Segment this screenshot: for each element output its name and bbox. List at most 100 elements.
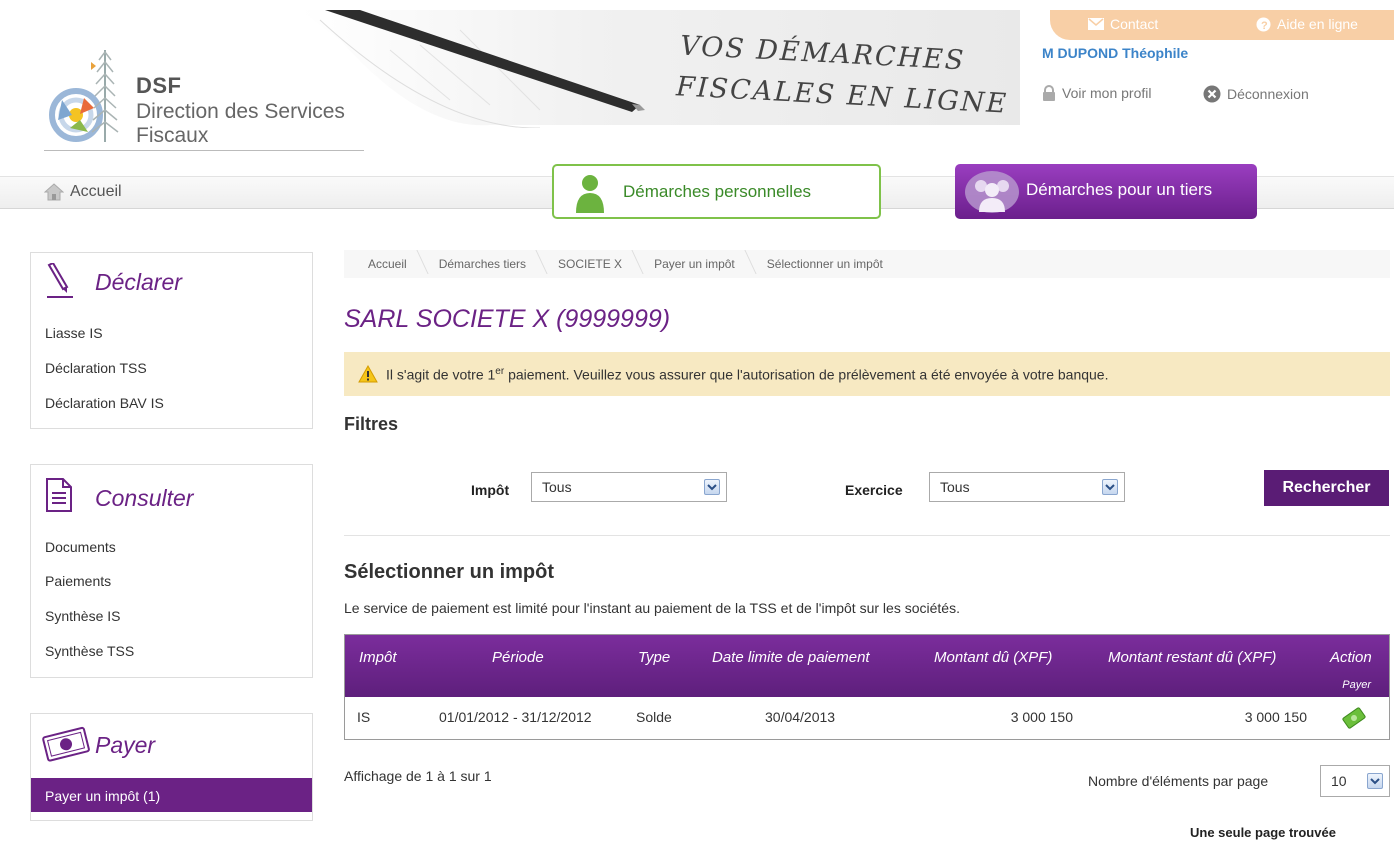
search-button[interactable]: Rechercher bbox=[1264, 470, 1389, 506]
pay-action-button[interactable] bbox=[1342, 707, 1366, 732]
impot-filter-value: Tous bbox=[542, 479, 572, 495]
breadcrumb-item-current: Sélectionner un impôt bbox=[766, 257, 883, 271]
profile-label: Voir mon profil bbox=[1062, 85, 1152, 101]
pages-found-text: Une seule page trouvée bbox=[1190, 825, 1336, 840]
document-icon bbox=[46, 478, 72, 512]
chevron-down-icon[interactable] bbox=[1367, 773, 1383, 789]
alert-text-after: paiement. Veuillez vous assurer que l'au… bbox=[504, 366, 1109, 383]
logo-abbreviation: DSF bbox=[136, 73, 182, 98]
impot-filter-select[interactable]: Tous bbox=[531, 472, 727, 502]
nav-home-link[interactable]: Accueil bbox=[44, 183, 122, 201]
sidebar-item-synthese-is[interactable]: Synthèse IS bbox=[45, 608, 121, 624]
banknote-icon bbox=[42, 726, 90, 762]
chevron-down-icon[interactable] bbox=[704, 479, 720, 495]
alert-text-superscript: er bbox=[495, 365, 505, 377]
column-header-type[interactable]: Type bbox=[638, 649, 670, 666]
section-divider bbox=[344, 535, 1390, 536]
per-page-select[interactable]: 10 bbox=[1320, 765, 1390, 797]
person-icon bbox=[576, 175, 604, 213]
envelope-icon bbox=[1088, 18, 1104, 30]
column-subheader-payer: Payer bbox=[1342, 679, 1371, 691]
sidebar-payer-title: Payer bbox=[95, 732, 156, 758]
header-banner: VOS DÉMARCHES FISCALES EN LIGNE bbox=[300, 10, 1020, 150]
sidebar-item-synthese-tss[interactable]: Synthèse TSS bbox=[45, 643, 134, 659]
logout-link[interactable]: Déconnexion bbox=[1203, 85, 1309, 103]
dsf-emblem-icon bbox=[49, 50, 119, 142]
logout-label: Déconnexion bbox=[1227, 86, 1309, 102]
column-header-date-limite[interactable]: Date limite de paiement bbox=[712, 649, 870, 666]
page-title: SARL SOCIETE X (9999999) bbox=[344, 305, 671, 333]
cell-montant-du: 3 000 150 bbox=[1010, 709, 1073, 725]
select-tax-description: Le service de paiement est limité pour l… bbox=[344, 600, 960, 616]
table-row: IS 01/01/2012 - 31/12/2012 Solde 30/04/2… bbox=[345, 697, 1389, 739]
cell-date-limite: 30/04/2013 bbox=[765, 709, 836, 725]
exercice-filter-value: Tous bbox=[940, 479, 970, 495]
breadcrumb-item-demarches-tiers[interactable]: Démarches tiers bbox=[421, 257, 540, 271]
home-icon bbox=[44, 183, 64, 201]
svg-text:?: ? bbox=[1261, 20, 1268, 32]
per-page-value: 10 bbox=[1331, 773, 1347, 789]
alert-text-before: Il s'agit de votre 1 bbox=[386, 366, 496, 383]
logo-underline bbox=[44, 150, 364, 151]
sidebar-item-payer-impot[interactable]: Payer un impôt (1) bbox=[31, 778, 312, 812]
column-header-montant-du[interactable]: Montant dû (XPF) bbox=[934, 649, 1052, 666]
sidebar-item-paiements[interactable]: Paiements bbox=[45, 573, 111, 589]
chevron-down-glyph bbox=[1370, 778, 1380, 785]
contact-link[interactable]: Contact bbox=[1088, 16, 1158, 32]
exercice-filter-label: Exercice bbox=[845, 482, 903, 498]
sidebar-item-documents[interactable]: Documents bbox=[45, 539, 116, 555]
banner-pen-image bbox=[300, 10, 1020, 150]
help-icon: ? bbox=[1256, 17, 1271, 32]
sidebar-consulter-title: Consulter bbox=[95, 485, 194, 511]
sidebar-item-declaration-tss[interactable]: Déclaration TSS bbox=[45, 360, 147, 376]
logo-name-line2: Fiscaux bbox=[136, 124, 209, 147]
tab-personal-label: Démarches personnelles bbox=[623, 182, 812, 201]
breadcrumb-item-accueil[interactable]: Accueil bbox=[344, 257, 421, 271]
column-header-montant-restant[interactable]: Montant restant dû (XPF) bbox=[1108, 649, 1276, 666]
tab-personal-procedures[interactable]: Démarches personnelles bbox=[552, 164, 881, 219]
profile-link[interactable]: Voir mon profil bbox=[1042, 85, 1151, 101]
tax-table: Impôt Période Type Date limite de paieme… bbox=[344, 634, 1390, 740]
tab-third-party-procedures[interactable]: Démarches pour un tiers bbox=[955, 164, 1257, 219]
payment-warning-alert: Il s'agit de votre 1er paiement. Veuille… bbox=[344, 352, 1390, 396]
sidebar-declarer-panel: Déclarer Liasse IS Déclaration TSS Décla… bbox=[30, 252, 313, 429]
column-header-periode[interactable]: Période bbox=[492, 649, 544, 666]
chevron-down-glyph bbox=[1105, 484, 1115, 491]
sidebar-consulter-panel: Consulter Documents Paiements Synthèse I… bbox=[30, 464, 313, 678]
sidebar-item-declaration-bav-is[interactable]: Déclaration BAV IS bbox=[45, 395, 164, 411]
per-page-label: Nombre d'éléments par page bbox=[1088, 773, 1269, 789]
column-header-impot[interactable]: Impôt bbox=[359, 649, 397, 666]
breadcrumb-item-payer-impot[interactable]: Payer un impôt bbox=[636, 257, 749, 271]
select-tax-title: Sélectionner un impôt bbox=[344, 561, 555, 583]
cell-impot: IS bbox=[357, 709, 371, 725]
chevron-down-icon[interactable] bbox=[1102, 479, 1118, 495]
tab-third-party-label: Démarches pour un tiers bbox=[1026, 180, 1213, 199]
user-name: M DUPOND Théophile bbox=[1042, 45, 1189, 61]
filters-title: Filtres bbox=[344, 414, 399, 434]
tax-table-header: Impôt Période Type Date limite de paieme… bbox=[345, 635, 1389, 697]
pagination-display-info: Affichage de 1 à 1 sur 1 bbox=[344, 768, 492, 784]
column-header-action: Action bbox=[1330, 649, 1372, 666]
nav-home-label: Accueil bbox=[70, 183, 122, 200]
cell-periode: 01/01/2012 - 31/12/2012 bbox=[439, 709, 592, 725]
close-circle-icon bbox=[1203, 85, 1221, 103]
breadcrumb: Accueil Démarches tiers SOCIETE X Payer … bbox=[344, 250, 1390, 278]
lock-icon bbox=[1043, 85, 1055, 101]
warning-icon bbox=[358, 365, 378, 383]
exercice-filter-select[interactable]: Tous bbox=[929, 472, 1125, 502]
chevron-down-glyph bbox=[707, 484, 717, 491]
contact-label: Contact bbox=[1110, 16, 1159, 32]
group-icon bbox=[965, 171, 1019, 213]
header-tools-bar: Contact ? Aide en ligne bbox=[1050, 10, 1394, 40]
header: DSF Direction des Services Fiscaux VOS D… bbox=[0, 0, 1394, 160]
sidebar-payer-panel: Payer Payer un impôt (1) bbox=[30, 713, 313, 821]
pay-money-icon bbox=[1342, 707, 1366, 729]
cell-type: Solde bbox=[636, 709, 672, 725]
impot-filter-label: Impôt bbox=[471, 482, 510, 498]
help-link[interactable]: ? Aide en ligne bbox=[1256, 16, 1358, 32]
alert-text: Il s'agit de votre 1er paiement. Veuille… bbox=[386, 366, 1108, 383]
sidebar-declarer-title: Déclarer bbox=[95, 269, 182, 295]
sidebar-item-liasse-is[interactable]: Liasse IS bbox=[45, 325, 103, 341]
breadcrumb-item-societe[interactable]: SOCIETE X bbox=[540, 257, 636, 271]
cell-montant-restant: 3 000 150 bbox=[1244, 709, 1307, 725]
